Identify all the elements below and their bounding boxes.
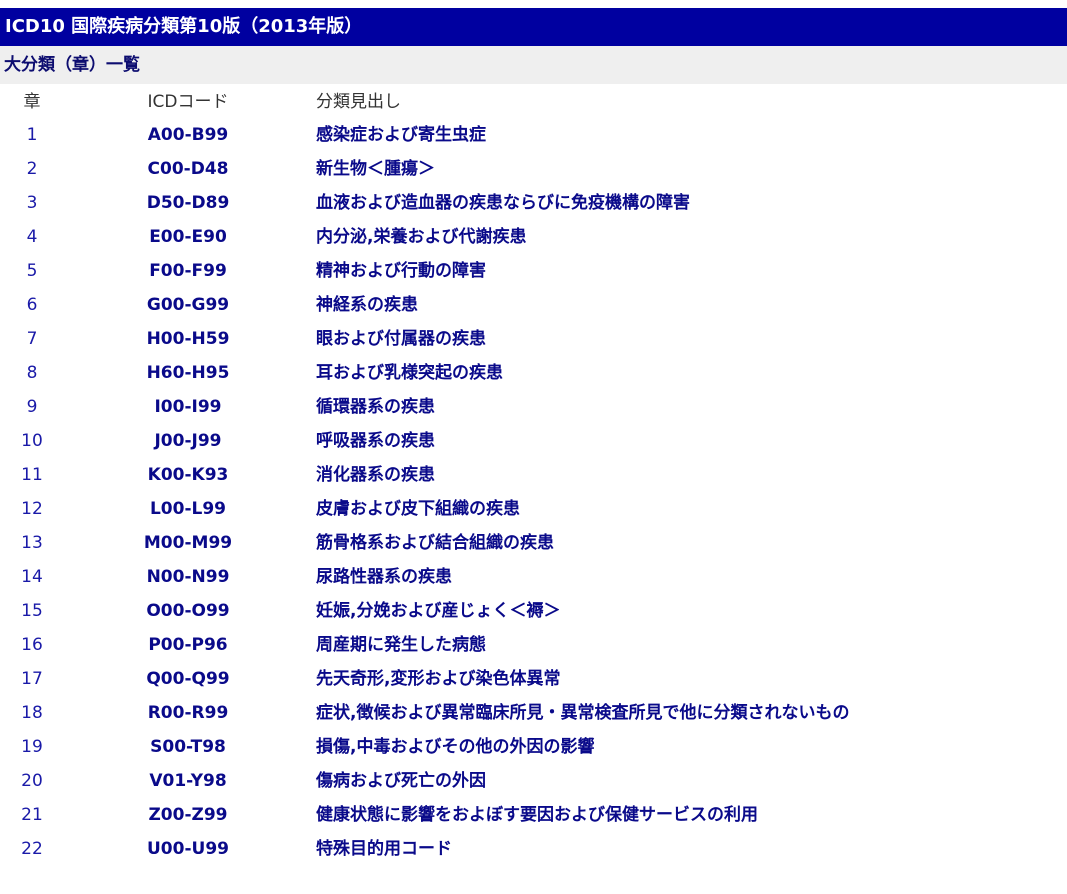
icd-code-link[interactable]: Z00-Z99	[118, 798, 258, 832]
chapter-heading-link[interactable]: 精神および行動の障害	[316, 254, 486, 288]
chapter-heading-link[interactable]: 皮膚および皮下組織の疾患	[316, 492, 520, 526]
chapter-number: 9	[26, 397, 38, 417]
icd-code-link[interactable]: M00-M99	[118, 526, 258, 560]
header-icd-code: ICDコード	[147, 92, 229, 112]
chapter-heading-link[interactable]: 循環器系の疾患	[316, 390, 435, 424]
icd-code-link[interactable]: F00-F99	[118, 254, 258, 288]
icd-code-link[interactable]: G00-G99	[118, 288, 258, 322]
chapter-heading-link[interactable]: 神経系の疾患	[316, 288, 418, 322]
chapter-number: 18	[21, 703, 43, 723]
chapter-heading-link[interactable]: 症状,徴候および異常臨床所見・異常検査所見で他に分類されないもの	[316, 696, 849, 730]
table-row: 20 V01-Y98 傷病および死亡の外因	[0, 764, 1067, 798]
table-row: 22 U00-U99 特殊目的用コード	[0, 832, 1067, 866]
chapter-heading-link[interactable]: 眼および付属器の疾患	[316, 322, 486, 356]
chapter-heading-link[interactable]: 特殊目的用コード	[316, 832, 452, 866]
chapter-number: 17	[21, 669, 43, 689]
chapter-number: 19	[21, 737, 43, 757]
chapter-number: 5	[26, 261, 38, 281]
table-body: 1 A00-B99 感染症および寄生虫症 2 C00-D48 新生物＜腫瘍＞ 3 D50-D8…	[0, 118, 1067, 866]
table-row: 2 C00-D48 新生物＜腫瘍＞	[0, 152, 1067, 186]
header-chapter: 章	[23, 92, 41, 112]
chapter-number: 12	[21, 499, 43, 519]
table-header-row: 章 ICDコード 分類見出し	[0, 86, 1067, 118]
chapter-heading-link[interactable]: 損傷,中毒およびその他の外因の影響	[316, 730, 594, 764]
icd-code-link[interactable]: I00-I99	[118, 390, 258, 424]
table-row: 12 L00-L99 皮膚および皮下組織の疾患	[0, 492, 1067, 526]
chapter-number: 6	[26, 295, 38, 315]
chapter-number: 3	[26, 193, 38, 213]
chapter-number: 16	[21, 635, 43, 655]
table-row: 16 P00-P96 周産期に発生した病態	[0, 628, 1067, 662]
chapter-heading-link[interactable]: 内分泌,栄養および代謝疾患	[316, 220, 526, 254]
icd-code-link[interactable]: N00-N99	[118, 560, 258, 594]
table-row: 1 A00-B99 感染症および寄生虫症	[0, 118, 1067, 152]
chapter-number: 22	[21, 839, 43, 859]
table-row: 14 N00-N99 尿路性器系の疾患	[0, 560, 1067, 594]
chapter-heading-link[interactable]: 傷病および死亡の外因	[316, 764, 486, 798]
table-row: 18 R00-R99 症状,徴候および異常臨床所見・異常検査所見で他に分類されないも…	[0, 696, 1067, 730]
table-row: 17 Q00-Q99 先天奇形,変形および染色体異常	[0, 662, 1067, 696]
chapter-heading-link[interactable]: 妊娠,分娩および産じょく＜褥＞	[316, 594, 560, 628]
chapter-heading-link[interactable]: 周産期に発生した病態	[316, 628, 486, 662]
table-row: 6 G00-G99 神経系の疾患	[0, 288, 1067, 322]
icd-code-link[interactable]: C00-D48	[118, 152, 258, 186]
chapter-heading-link[interactable]: 血液および造血器の疾患ならびに免疫機構の障害	[316, 186, 690, 220]
chapter-number: 14	[21, 567, 43, 587]
icd-code-link[interactable]: Q00-Q99	[118, 662, 258, 696]
icd-code-link[interactable]: H60-H95	[118, 356, 258, 390]
chapter-number: 21	[21, 805, 43, 825]
table-row: 13 M00-M99 筋骨格系および結合組織の疾患	[0, 526, 1067, 560]
chapter-heading-link[interactable]: 感染症および寄生虫症	[316, 118, 486, 152]
table-row: 8 H60-H95 耳および乳様突起の疾患	[0, 356, 1067, 390]
icd-code-link[interactable]: O00-O99	[118, 594, 258, 628]
icd-code-link[interactable]: K00-K93	[118, 458, 258, 492]
icd-code-link[interactable]: R00-R99	[118, 696, 258, 730]
icd-code-link[interactable]: A00-B99	[118, 118, 258, 152]
table-row: 4 E00-E90 内分泌,栄養および代謝疾患	[0, 220, 1067, 254]
table-row: 7 H00-H59 眼および付属器の疾患	[0, 322, 1067, 356]
chapter-heading-link[interactable]: 筋骨格系および結合組織の疾患	[316, 526, 554, 560]
chapter-heading-link[interactable]: 呼吸器系の疾患	[316, 424, 435, 458]
icd-code-link[interactable]: H00-H59	[118, 322, 258, 356]
icd-code-link[interactable]: L00-L99	[118, 492, 258, 526]
icd-code-link[interactable]: U00-U99	[118, 832, 258, 866]
section-subtitle: 大分類（章）一覧	[0, 46, 1067, 84]
table-row: 10 J00-J99 呼吸器系の疾患	[0, 424, 1067, 458]
icd-code-link[interactable]: S00-T98	[118, 730, 258, 764]
chapter-heading-link[interactable]: 新生物＜腫瘍＞	[316, 152, 435, 186]
icd-code-link[interactable]: E00-E90	[118, 220, 258, 254]
table-row: 19 S00-T98 損傷,中毒およびその他の外因の影響	[0, 730, 1067, 764]
table-row: 5 F00-F99 精神および行動の障害	[0, 254, 1067, 288]
chapter-heading-link[interactable]: 尿路性器系の疾患	[316, 560, 452, 594]
chapter-number: 4	[26, 227, 38, 247]
chapter-number: 20	[21, 771, 43, 791]
chapter-heading-link[interactable]: 先天奇形,変形および染色体異常	[316, 662, 560, 696]
page-title: ICD10 国際疾病分類第10版（2013年版）	[0, 8, 1067, 46]
icd-code-link[interactable]: V01-Y98	[118, 764, 258, 798]
chapter-heading-link[interactable]: 耳および乳様突起の疾患	[316, 356, 503, 390]
chapter-number: 15	[21, 601, 43, 621]
table-row: 3 D50-D89 血液および造血器の疾患ならびに免疫機構の障害	[0, 186, 1067, 220]
table-row: 21 Z00-Z99 健康状態に影響をおよぼす要因および保健サービスの利用	[0, 798, 1067, 832]
icd-code-link[interactable]: J00-J99	[118, 424, 258, 458]
chapter-table: 章 ICDコード 分類見出し 1 A00-B99 感染症および寄生虫症 2 C00-D4…	[0, 86, 1067, 866]
table-row: 15 O00-O99 妊娠,分娩および産じょく＜褥＞	[0, 594, 1067, 628]
chapter-number: 7	[26, 329, 38, 349]
table-row: 11 K00-K93 消化器系の疾患	[0, 458, 1067, 492]
chapter-number: 10	[21, 431, 43, 451]
chapter-number: 1	[26, 125, 38, 145]
chapter-heading-link[interactable]: 消化器系の疾患	[316, 458, 435, 492]
chapter-number: 13	[21, 533, 43, 553]
table-row: 9 I00-I99 循環器系の疾患	[0, 390, 1067, 424]
icd-code-link[interactable]: P00-P96	[118, 628, 258, 662]
header-heading: 分類見出し	[316, 92, 401, 112]
chapter-number: 2	[26, 159, 38, 179]
chapter-heading-link[interactable]: 健康状態に影響をおよぼす要因および保健サービスの利用	[316, 798, 758, 832]
chapter-number: 11	[21, 465, 43, 485]
chapter-number: 8	[26, 363, 38, 383]
icd-code-link[interactable]: D50-D89	[118, 186, 258, 220]
